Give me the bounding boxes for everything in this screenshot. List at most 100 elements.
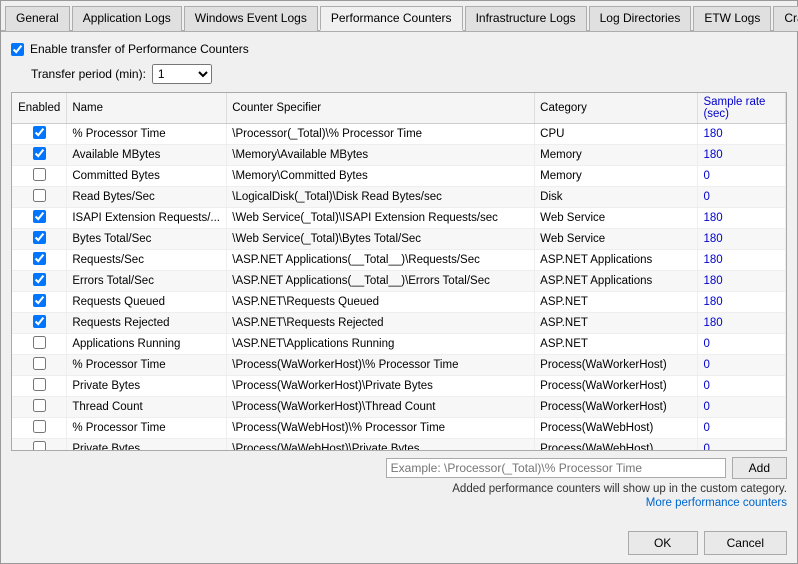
cell-samplerate-11: 0 (698, 355, 786, 376)
cell-category-10: ASP.NET (535, 334, 698, 355)
tab-app-logs[interactable]: Application Logs (72, 6, 182, 31)
more-link[interactable]: More performance counters (11, 497, 787, 509)
cell-name-6: Requests/Sec (67, 250, 227, 271)
tab-perf-counters[interactable]: Performance Counters (320, 6, 463, 31)
col-header-enabled: Enabled (12, 93, 67, 124)
cell-samplerate-14: 0 (698, 418, 786, 439)
cell-category-5: Web Service (535, 229, 698, 250)
cell-specifier-12: \Process(WaWorkerHost)\Private Bytes (227, 376, 535, 397)
cell-samplerate-6: 180 (698, 250, 786, 271)
table-row: ISAPI Extension Requests/...\Web Service… (12, 208, 786, 229)
cell-name-11: % Processor Time (67, 355, 227, 376)
info-text: Added performance counters will show up … (11, 483, 787, 495)
cell-samplerate-1: 180 (698, 145, 786, 166)
dialog: GeneralApplication LogsWindows Event Log… (0, 0, 798, 564)
transfer-period-label: Transfer period (min): (31, 67, 146, 81)
cell-samplerate-2: 0 (698, 166, 786, 187)
tab-log-dirs[interactable]: Log Directories (589, 6, 692, 31)
cell-specifier-14: \Process(WaWebHost)\% Processor Time (227, 418, 535, 439)
cell-enabled-0 (12, 124, 67, 145)
tab-infra-logs[interactable]: Infrastructure Logs (465, 6, 587, 31)
transfer-period-select[interactable]: 1 (152, 64, 212, 84)
row-checkbox-11[interactable] (33, 357, 46, 370)
cell-specifier-4: \Web Service(_Total)\ISAPI Extension Req… (227, 208, 535, 229)
row-checkbox-7[interactable] (33, 273, 46, 286)
cell-name-8: Requests Queued (67, 292, 227, 313)
cell-category-4: Web Service (535, 208, 698, 229)
cell-enabled-12 (12, 376, 67, 397)
cell-name-7: Errors Total/Sec (67, 271, 227, 292)
table-row: Available MBytes\Memory\Available MBytes… (12, 145, 786, 166)
row-checkbox-1[interactable] (33, 147, 46, 160)
cell-enabled-3 (12, 187, 67, 208)
enable-label: Enable transfer of Performance Counters (30, 42, 249, 56)
transfer-row: Transfer period (min): 1 (31, 64, 787, 84)
row-checkbox-4[interactable] (33, 210, 46, 223)
cell-samplerate-8: 180 (698, 292, 786, 313)
table-header-row: Enabled Name Counter Specifier Category … (12, 93, 786, 124)
enable-checkbox[interactable] (11, 43, 24, 56)
cell-category-12: Process(WaWorkerHost) (535, 376, 698, 397)
ok-button[interactable]: OK (628, 531, 698, 555)
cell-enabled-13 (12, 397, 67, 418)
row-checkbox-3[interactable] (33, 189, 46, 202)
row-checkbox-10[interactable] (33, 336, 46, 349)
row-checkbox-6[interactable] (33, 252, 46, 265)
table-row: Private Bytes\Process(WaWorkerHost)\Priv… (12, 376, 786, 397)
cell-category-1: Memory (535, 145, 698, 166)
cell-specifier-9: \ASP.NET\Requests Rejected (227, 313, 535, 334)
cell-specifier-0: \Processor(_Total)\% Processor Time (227, 124, 535, 145)
row-checkbox-15[interactable] (33, 441, 46, 450)
cell-samplerate-5: 180 (698, 229, 786, 250)
cell-specifier-7: \ASP.NET Applications(__Total__)\Errors … (227, 271, 535, 292)
row-checkbox-9[interactable] (33, 315, 46, 328)
row-checkbox-12[interactable] (33, 378, 46, 391)
cell-specifier-13: \Process(WaWorkerHost)\Thread Count (227, 397, 535, 418)
cell-samplerate-3: 0 (698, 187, 786, 208)
cell-enabled-2 (12, 166, 67, 187)
cell-enabled-5 (12, 229, 67, 250)
cell-name-9: Requests Rejected (67, 313, 227, 334)
tab-etw-logs[interactable]: ETW Logs (693, 6, 771, 31)
table-row: % Processor Time\Process(WaWorkerHost)\%… (12, 355, 786, 376)
counter-specifier-input[interactable] (386, 458, 726, 478)
enable-row: Enable transfer of Performance Counters (11, 42, 787, 56)
table-row: Errors Total/Sec\ASP.NET Applications(__… (12, 271, 786, 292)
col-header-specifier: Counter Specifier (227, 93, 535, 124)
cell-enabled-1 (12, 145, 67, 166)
cell-samplerate-12: 0 (698, 376, 786, 397)
cell-name-3: Read Bytes/Sec (67, 187, 227, 208)
row-checkbox-2[interactable] (33, 168, 46, 181)
cell-samplerate-4: 180 (698, 208, 786, 229)
tab-bar: GeneralApplication LogsWindows Event Log… (1, 1, 797, 32)
add-button[interactable]: Add (732, 457, 787, 479)
col-header-name: Name (67, 93, 227, 124)
content-area: Enable transfer of Performance Counters … (1, 32, 797, 525)
col-header-category: Category (535, 93, 698, 124)
tab-win-events[interactable]: Windows Event Logs (184, 6, 318, 31)
table-body: % Processor Time \Processor(_Total)\% Pro… (12, 124, 786, 451)
tab-crash-dumps[interactable]: Crash Dumps (773, 6, 798, 31)
row-checkbox-13[interactable] (33, 399, 46, 412)
row-checkbox-5[interactable] (33, 231, 46, 244)
cell-samplerate-7: 180 (698, 271, 786, 292)
cell-category-0: CPU (535, 124, 698, 145)
table-scroll[interactable]: Enabled Name Counter Specifier Category … (12, 93, 786, 450)
cell-category-6: ASP.NET Applications (535, 250, 698, 271)
table-row: Private Bytes\Process(WaWebHost)\Private… (12, 439, 786, 451)
cell-specifier-10: \ASP.NET\Applications Running (227, 334, 535, 355)
row-checkbox-0[interactable] (33, 126, 46, 139)
cell-name-12: Private Bytes (67, 376, 227, 397)
cell-name-1: Available MBytes (67, 145, 227, 166)
tab-general[interactable]: General (5, 6, 70, 31)
cell-samplerate-15: 0 (698, 439, 786, 451)
cell-enabled-6 (12, 250, 67, 271)
cancel-button[interactable]: Cancel (704, 531, 787, 555)
table-row: % Processor Time\Process(WaWebHost)\% Pr… (12, 418, 786, 439)
row-checkbox-8[interactable] (33, 294, 46, 307)
counters-table-container: Enabled Name Counter Specifier Category … (11, 92, 787, 451)
cell-specifier-6: \ASP.NET Applications(__Total__)\Request… (227, 250, 535, 271)
row-checkbox-14[interactable] (33, 420, 46, 433)
cell-enabled-11 (12, 355, 67, 376)
table-row: Committed Bytes\Memory\Committed BytesMe… (12, 166, 786, 187)
